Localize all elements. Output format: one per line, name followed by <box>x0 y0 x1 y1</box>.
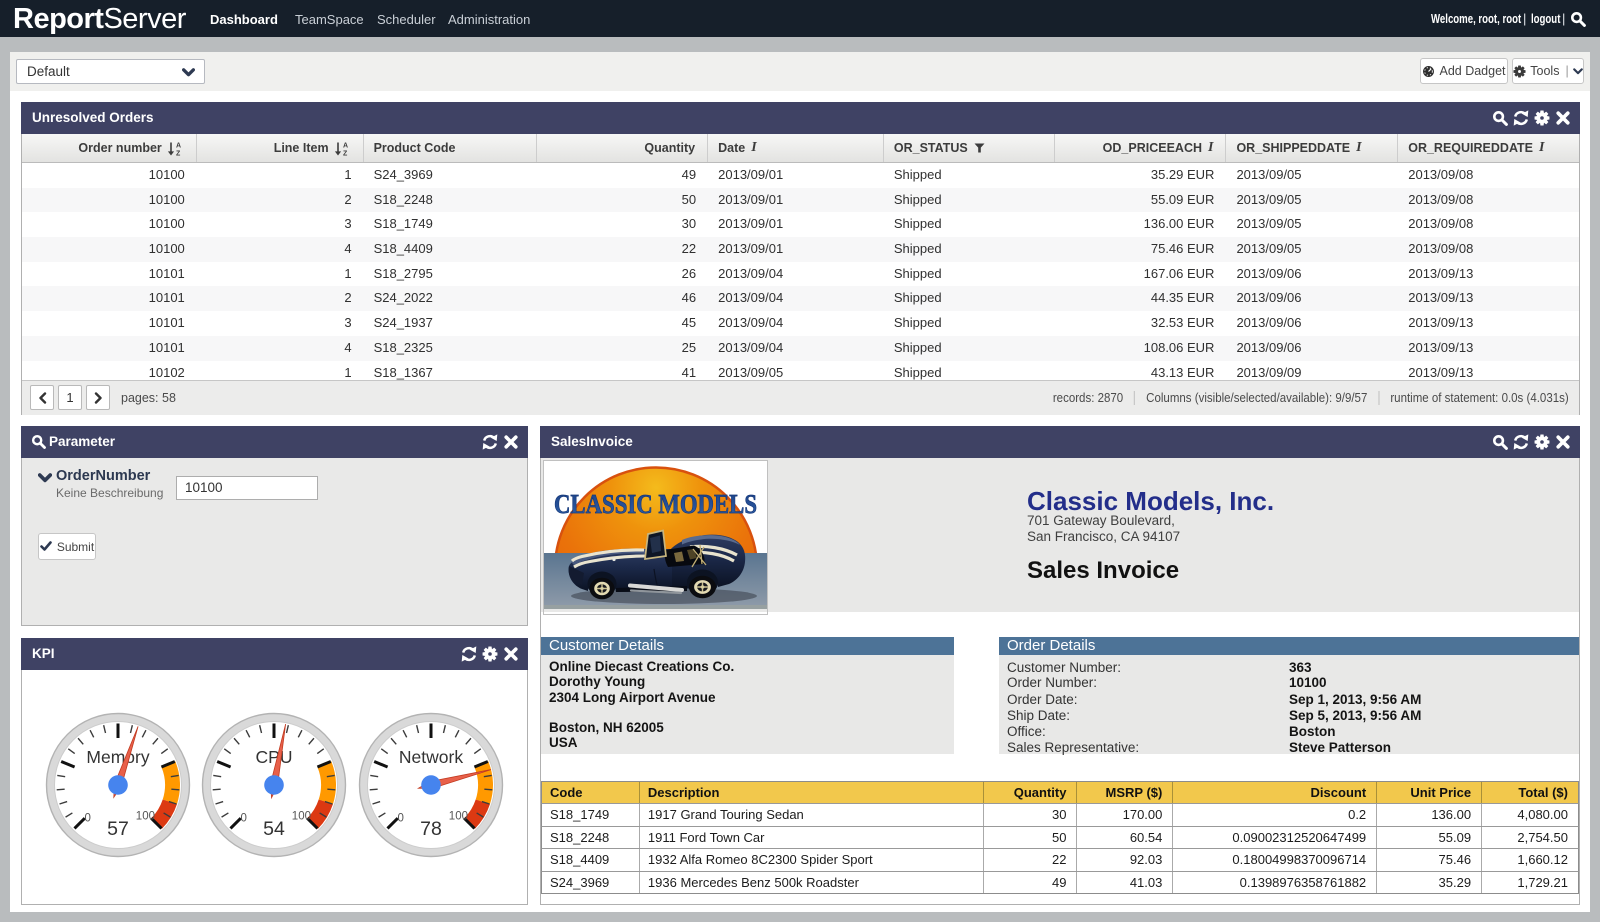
svg-text:0: 0 <box>397 813 403 825</box>
svg-text:0: 0 <box>240 813 246 825</box>
svg-text:Memory: Memory <box>86 747 149 767</box>
svg-text:Network: Network <box>399 747 463 767</box>
svg-text:A: A <box>343 142 348 149</box>
svg-text:78: 78 <box>420 818 442 840</box>
svg-text:54: 54 <box>263 818 285 840</box>
svg-text:Z: Z <box>176 150 181 156</box>
svg-text:CPU: CPU <box>256 747 293 767</box>
svg-text:Z: Z <box>343 150 348 156</box>
svg-text:CLASSIC MODELS: CLASSIC MODELS <box>554 489 757 519</box>
svg-text:100: 100 <box>292 811 311 823</box>
svg-text:0: 0 <box>84 813 90 825</box>
svg-text:100: 100 <box>449 811 468 823</box>
svg-text:A: A <box>176 142 181 149</box>
svg-text:100: 100 <box>136 811 155 823</box>
svg-text:57: 57 <box>107 818 129 840</box>
